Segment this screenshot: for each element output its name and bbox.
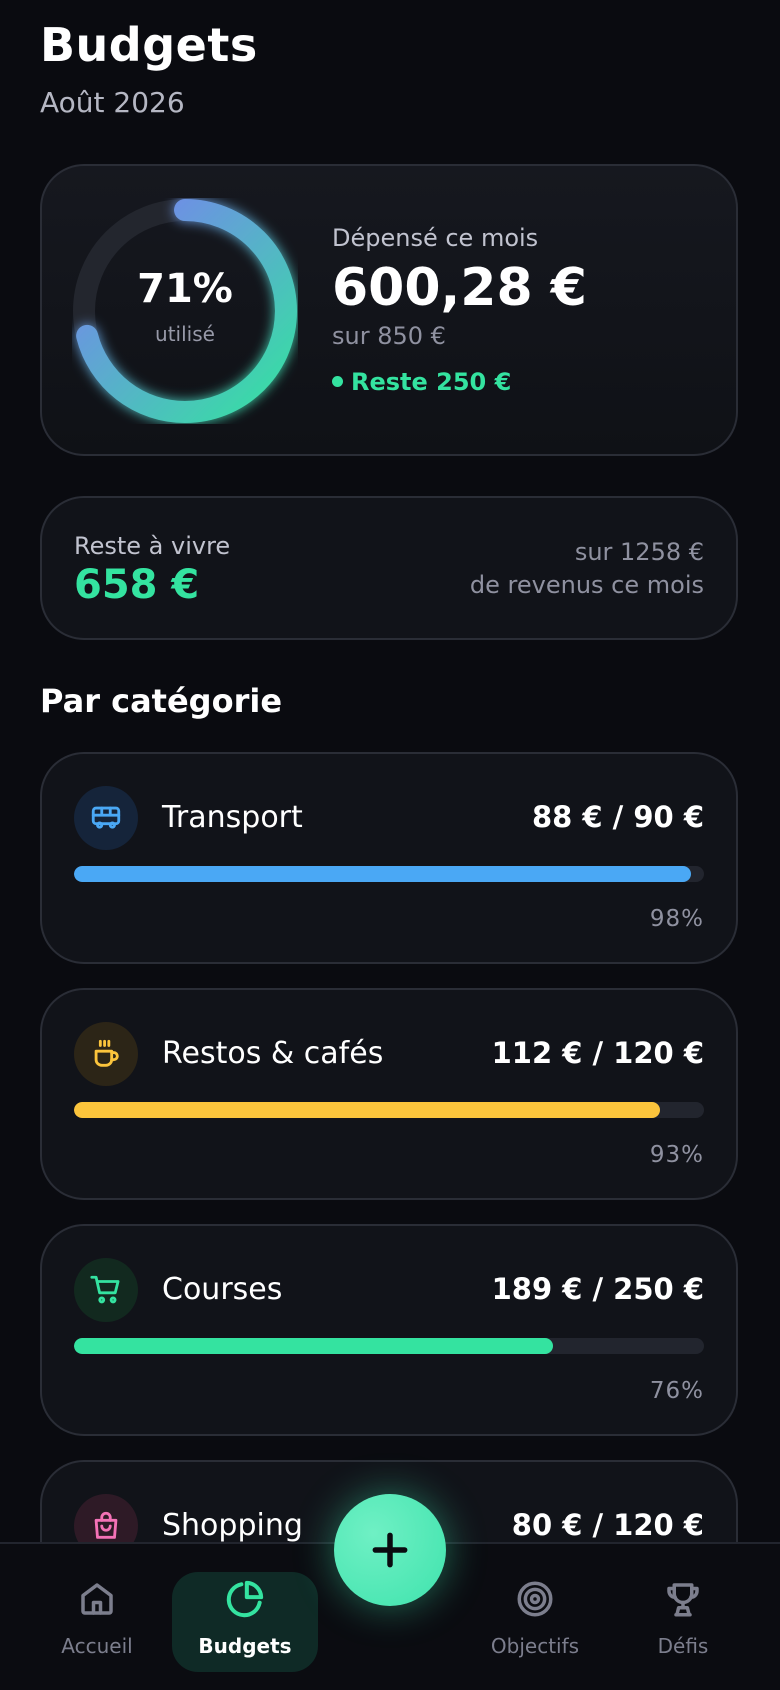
target-icon <box>462 1576 608 1622</box>
nav-label: Budgets <box>198 1634 292 1658</box>
remaining-text: Reste 250 € <box>351 368 512 396</box>
category-percent: 76% <box>649 1378 704 1404</box>
category-progress-bar <box>74 866 704 882</box>
month-label: Août 2026 <box>40 86 185 119</box>
spent-label: Dépensé ce mois <box>332 224 539 252</box>
category-progress-fill <box>74 1338 553 1354</box>
income-total: sur 1258 € <box>574 538 704 566</box>
reste-a-vivre-card[interactable]: Reste à vivre 658 € sur 1258 € de revenu… <box>40 496 738 640</box>
category-percent: 98% <box>649 906 704 932</box>
trophy-icon <box>610 1576 756 1622</box>
category-amount: 88 € / 90 € <box>531 800 704 834</box>
add-button[interactable] <box>334 1494 446 1606</box>
category-name: Transport <box>162 800 303 835</box>
category-card-transport[interactable]: Transport 88 € / 90 € 98% <box>40 752 738 964</box>
spent-amount: 600,28 € <box>332 258 587 318</box>
percent-used: 71% <box>137 266 233 312</box>
cart-icon <box>74 1258 138 1322</box>
category-name: Restos & cafés <box>162 1036 384 1071</box>
category-amount: 112 € / 120 € <box>491 1036 704 1070</box>
remaining-budget: Reste 250 € <box>332 368 511 396</box>
reste-a-vivre-value: 658 € <box>74 562 200 608</box>
home-icon <box>24 1576 170 1622</box>
percent-used-label: utilisé <box>155 322 215 346</box>
category-progress-fill <box>74 866 692 882</box>
category-card-restos[interactable]: Restos & cafés 112 € / 120 € 93% <box>40 988 738 1200</box>
budget-total: sur 850 € <box>332 322 446 350</box>
nav-item-budgets[interactable]: Budgets <box>172 1572 318 1672</box>
nav-label: Accueil <box>61 1634 133 1658</box>
page-title: Budgets <box>40 18 258 72</box>
summary-card: 71% utilisé Dépensé ce mois 600,28 € sur… <box>40 164 738 456</box>
nav-label: Défis <box>657 1634 709 1658</box>
category-card-courses[interactable]: Courses 189 € / 250 € 76% <box>40 1224 738 1436</box>
nav-label: Objectifs <box>490 1634 580 1658</box>
status-dot <box>332 375 343 387</box>
category-progress-fill <box>74 1102 660 1118</box>
nav-item-defis[interactable]: Défis <box>610 1572 756 1672</box>
section-title: Par catégorie <box>40 682 283 720</box>
reste-a-vivre-label: Reste à vivre <box>74 532 231 560</box>
plus-icon <box>372 1532 408 1568</box>
category-amount: 80 € / 120 € <box>511 1508 704 1542</box>
pie-chart-icon <box>172 1576 318 1622</box>
category-name: Shopping <box>162 1508 303 1543</box>
category-progress-bar <box>74 1102 704 1118</box>
category-amount: 189 € / 250 € <box>491 1272 704 1306</box>
category-progress-bar <box>74 1338 704 1354</box>
income-note: de revenus ce mois <box>469 571 704 599</box>
coffee-icon <box>74 1022 138 1086</box>
category-name: Courses <box>162 1272 283 1307</box>
nav-item-accueil[interactable]: Accueil <box>24 1572 170 1672</box>
category-percent: 93% <box>649 1142 704 1168</box>
nav-item-objectifs[interactable]: Objectifs <box>462 1572 608 1672</box>
bus-icon <box>74 786 138 850</box>
income-info: sur 1258 € de revenus ce mois <box>470 536 704 602</box>
